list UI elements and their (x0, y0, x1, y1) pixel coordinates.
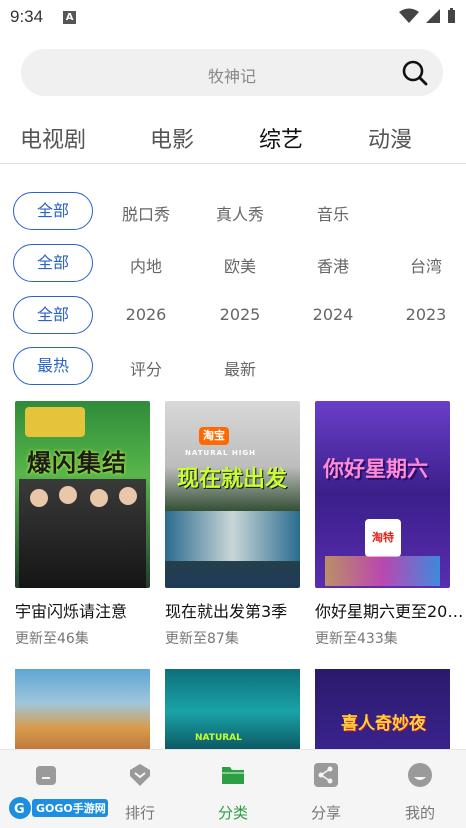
poster-caption: 现在就出发 (177, 467, 288, 492)
show-card[interactable]: 淘宝 NATURAL HIGH 现在就出发 现在就出发第3季 更新至87集 (165, 401, 300, 648)
show-title: 宇宙闪烁请注意 (15, 602, 128, 621)
filter-sort-selected[interactable]: 最热 (13, 347, 93, 385)
filter-year-option[interactable]: 2023 (386, 305, 466, 324)
folder-icon (222, 767, 244, 784)
watermark-text: GOGO手游网 (36, 801, 106, 815)
filter-type-option[interactable]: 真人秀 (200, 201, 280, 225)
show-title: 现在就出发第3季 (165, 602, 288, 621)
nav-label: 分享 (310, 804, 341, 822)
show-poster[interactable]: 你好星期六 淘特 (315, 401, 450, 588)
poster-caption: 你好星期六 (323, 457, 428, 481)
tab-anime[interactable]: 动漫 (368, 122, 412, 154)
share-icon (314, 763, 338, 787)
filter-region-all[interactable]: 全部 (13, 244, 93, 282)
poster-badge: 淘特 (365, 519, 401, 557)
tab-movie[interactable]: 电影 (150, 122, 194, 154)
filter-region-option[interactable]: 台湾 (386, 253, 466, 277)
search-bar[interactable]: 牧神记 (21, 49, 443, 96)
show-poster[interactable]: NATURAL (165, 669, 300, 754)
poster-caption: 喜人奇妙夜 (341, 714, 426, 734)
status-icons (399, 8, 456, 24)
show-update-status: 更新至433集 (315, 631, 398, 647)
filter-type-option[interactable]: 脱口秀 (106, 201, 186, 225)
profile-icon (408, 763, 432, 787)
accessibility-icon: A (63, 10, 77, 24)
filter-sort-option[interactable]: 最新 (200, 356, 280, 380)
category-tabs: 电视剧 电影 综艺 动漫 (0, 110, 466, 164)
signal-icon (426, 9, 440, 23)
show-update-status: 更新至87集 (165, 631, 239, 647)
watermark-logo: G GOGO手游网 (9, 797, 108, 819)
poster-caption: 爆闪集结 (27, 449, 127, 477)
filter-year-option[interactable]: 2024 (293, 305, 373, 324)
status-bar: 9:34 A (0, 0, 466, 34)
nav-label: 分类 (217, 804, 248, 822)
poster-stage (325, 556, 440, 586)
show-title: 你好星期六更至2026 (315, 602, 465, 621)
svg-text:G: G (14, 802, 25, 817)
filter-year-option[interactable]: 2025 (200, 305, 280, 324)
search-input[interactable]: 牧神记 (21, 63, 443, 87)
filter-sort-option[interactable]: 评分 (106, 356, 186, 380)
nav-share[interactable]: 分享 (296, 762, 356, 823)
nav-category[interactable]: 分类 (203, 762, 263, 823)
filter-year-option[interactable]: 2026 (106, 305, 186, 324)
filter-type-all[interactable]: 全部 (13, 192, 93, 230)
filter-type-option[interactable]: 音乐 (293, 201, 373, 225)
battery-icon (448, 8, 455, 23)
poster-tag: NATURAL HIGH (185, 449, 256, 457)
filter-row-type: 全部 脱口秀 真人秀 音乐 (0, 192, 466, 232)
filter-region-option[interactable]: 欧美 (200, 253, 280, 277)
filter-row-region: 全部 内地 欧美 香港 台湾 (0, 244, 466, 284)
nav-label: 排行 (124, 804, 155, 822)
nav-label: 我的 (404, 804, 435, 822)
poster-logo (25, 407, 85, 437)
filter-year-all[interactable]: 全部 (13, 296, 93, 334)
show-card[interactable]: 你好星期六 淘特 你好星期六更至2026 更新至433集 (315, 401, 465, 648)
show-poster[interactable] (15, 669, 150, 754)
status-time: 9:34 (10, 7, 44, 26)
poster-badge: 淘宝 (199, 427, 229, 445)
poster-landscape (165, 511, 300, 561)
wifi-icon (399, 8, 419, 23)
filter-region-option[interactable]: 内地 (106, 253, 186, 277)
filter-region-option[interactable]: 香港 (293, 253, 373, 277)
rank-icon (130, 764, 150, 786)
show-update-status: 更新至46集 (15, 631, 89, 647)
show-poster[interactable]: 淘宝 NATURAL HIGH 现在就出发 (165, 401, 300, 588)
home-icon (36, 766, 56, 785)
poster-caption: NATURAL (195, 733, 242, 743)
filter-row-year: 全部 2026 2025 2024 2023 (0, 296, 466, 336)
show-poster[interactable]: 喜人奇妙夜 (315, 669, 450, 754)
search-icon[interactable] (401, 59, 429, 87)
nav-rank[interactable]: 排行 (110, 762, 170, 823)
tab-variety[interactable]: 综艺 (259, 122, 303, 154)
tab-tv[interactable]: 电视剧 (20, 122, 86, 154)
filter-row-sort: 最热 评分 最新 (0, 347, 466, 387)
show-card[interactable]: 爆闪集结 宇宙闪烁请注意 更新至46集 (15, 401, 150, 648)
nav-profile[interactable]: 我的 (390, 762, 450, 823)
show-poster[interactable]: 爆闪集结 (15, 401, 150, 588)
